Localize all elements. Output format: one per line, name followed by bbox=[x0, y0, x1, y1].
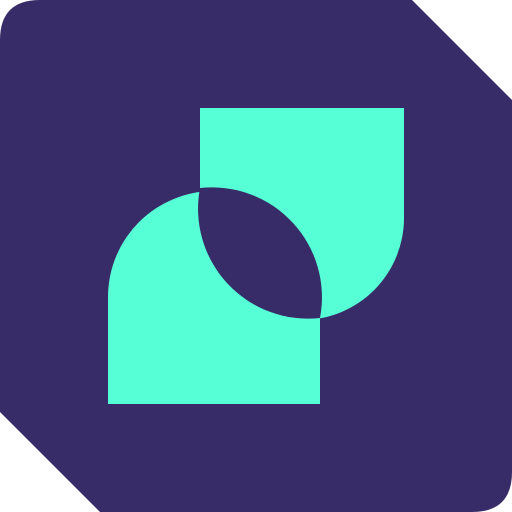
logo-icon bbox=[0, 0, 512, 512]
app-logo bbox=[0, 0, 512, 512]
